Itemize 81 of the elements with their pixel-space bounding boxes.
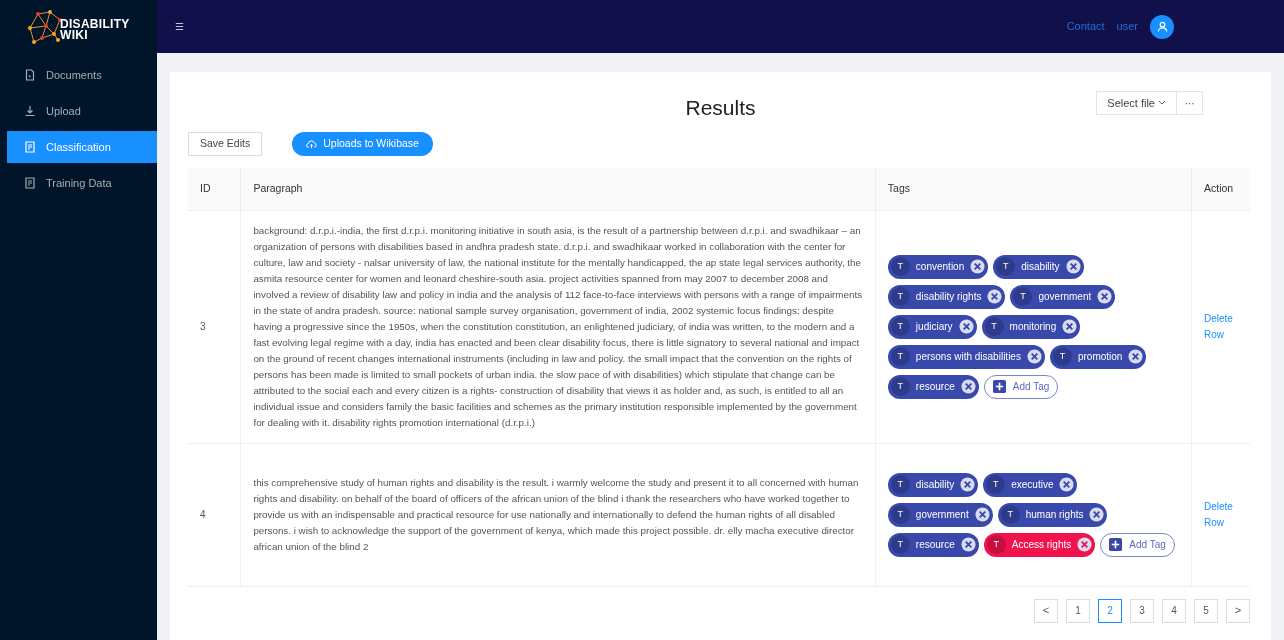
- tag-label: disability rights: [915, 290, 982, 304]
- column-header: Paragraph: [240, 168, 876, 210]
- tag-label: convention: [915, 260, 965, 274]
- document-icon: [24, 177, 36, 189]
- remove-tag-icon[interactable]: [1026, 349, 1042, 364]
- page-button[interactable]: 3: [1130, 598, 1154, 623]
- logo-text: DISABILITY: [60, 18, 130, 30]
- tag-label: disability: [1021, 260, 1060, 274]
- remove-tag-icon[interactable]: [958, 319, 974, 334]
- tag-label: government: [1038, 290, 1092, 304]
- remove-tag-icon[interactable]: [1059, 477, 1075, 492]
- file-icon: [24, 69, 36, 81]
- remove-tag-icon[interactable]: [1097, 289, 1113, 304]
- remove-tag-icon[interactable]: [1128, 349, 1144, 364]
- page-button[interactable]: 1: [1066, 598, 1090, 623]
- table-cell: 4: [188, 443, 241, 586]
- tag-type-badge: T: [890, 535, 910, 554]
- tag-type-badge: T: [890, 347, 910, 366]
- cloud-upload-icon: [306, 139, 318, 149]
- column-header: Action: [1191, 168, 1250, 210]
- column-header: Tags: [875, 168, 1192, 210]
- nav-link[interactable]: user: [1116, 18, 1138, 35]
- tag-label: resource: [915, 538, 955, 552]
- page-title: Results: [685, 95, 756, 122]
- tag-type-badge: T: [986, 475, 1006, 494]
- remove-tag-icon[interactable]: [1065, 259, 1081, 274]
- sidebar-item[interactable]: Training Data: [7, 167, 157, 199]
- tag-label: promotion: [1077, 350, 1123, 364]
- remove-tag-icon[interactable]: [960, 379, 976, 394]
- remove-tag-icon[interactable]: [1062, 319, 1078, 334]
- menu-icon[interactable]: ☰: [175, 19, 184, 34]
- paragraph-cell: background: d.r.p.i.-india, the first d.r.p.i. monitoring initiative in south asia, is the result of a partnership between d.r.p.i. and swadhikaar – an organization of persons with disabilities based in andhra pradesh state. d.r.p.i. and swadhikaar worked in collaboration with the center for culture, law and society - nalsar university of law, the national institute for the mentally handicapped, the ap state legal services authority, the asmita resource center for women and leonard cheshire-south asia. project activities spanned from may 2007 to december 2008 and involved a review of disability law and policy in india and the analysis of 112 face-to-face interviews with persons with a range of impairments in the state of andra pradesh. source: national sample survey organisation, government of india, 2002 systemic focus findings: despite having a progressive since the 1950s, when the constitution constitution, an enlightened judiciary, of india was written, to the modern and a fast evolving legal regime with a day, india has enacted and been clear disability focus, there is little signatory to several national and impact on the ground of recent changes international instruments (including in law and policy. the small impact that the convention on the rights of persons has been made is limited to small pockets of urban india. the slow pace of with disabilities) which stipulate that change can be attributed to the social each and every citizen is a rights- construction of disability that views it as holder and, as such, is entitled to all an individual issue and considers family the basic facilities and schemes as the primary institution responsible implemented by the government for dealing with it. disability rights promotion international (d.r.p.i.): [240, 210, 876, 443]
- tag-type-badge: T: [890, 505, 910, 524]
- tag-type-badge: T: [890, 257, 910, 276]
- sidebar-item[interactable]: Documents: [7, 59, 157, 91]
- tag-type-badge: T: [890, 475, 910, 494]
- tag-type-badge: T: [890, 317, 910, 336]
- logo-text: WIKI: [60, 29, 88, 41]
- tag-label: Access rights: [1011, 538, 1072, 552]
- tag-type-badge: T: [890, 377, 910, 396]
- tag-label: judiciary: [915, 320, 953, 334]
- plus-icon: [1109, 538, 1123, 551]
- more-button[interactable]: ···: [1177, 91, 1203, 115]
- tag-type-badge: T: [986, 535, 1006, 554]
- remove-tag-icon[interactable]: [1077, 537, 1093, 552]
- remove-tag-icon[interactable]: [987, 289, 1003, 304]
- remove-tag-icon[interactable]: [960, 537, 976, 552]
- tag-type-badge: T: [1052, 347, 1072, 366]
- tag-type-badge: T: [890, 287, 910, 306]
- save-edits-button[interactable]: Save Edits: [188, 132, 263, 156]
- user-icon: [1156, 21, 1168, 32]
- tag-label: government: [915, 508, 969, 522]
- download-icon: [24, 105, 36, 117]
- remove-tag-icon[interactable]: [960, 477, 976, 492]
- tag-type-badge: T: [1013, 287, 1033, 306]
- page-button[interactable]: 5: [1194, 598, 1218, 623]
- nav-link[interactable]: Contact: [1066, 18, 1105, 35]
- chevron-down-icon: [1158, 100, 1166, 106]
- tag-label: disability: [915, 478, 955, 492]
- tag-type-badge: T: [996, 257, 1016, 276]
- remove-tag-icon[interactable]: [974, 507, 990, 522]
- tag-type-badge: T: [984, 317, 1004, 336]
- user-avatar[interactable]: [1150, 14, 1174, 39]
- remove-tag-icon[interactable]: [1089, 507, 1105, 522]
- column-header: ID: [188, 168, 241, 210]
- previous-page-button[interactable]: <: [1034, 598, 1058, 623]
- sidebar-item[interactable]: Upload: [7, 95, 157, 127]
- table-cell: 3: [188, 210, 241, 443]
- tag-label: executive: [1011, 478, 1054, 492]
- next-page-button[interactable]: >: [1226, 598, 1250, 623]
- paragraph-cell: this comprehensive study of human rights and disability is the result. i warmly welcome the study and present it to all concerned with human rights and disability. on behalf of the board of officers of the african union of the blind i thank the researchers who have worked together to provide us with an indispensable and practical resource for use nationally and internationally to defend the human rights of all disabled persons. i wish to acknowledge the support of the government of kenya, which made this project possible. dr. elly macha executive director african union of the blind 2: [240, 443, 876, 586]
- document-icon: [24, 141, 36, 153]
- plus-icon: [992, 380, 1006, 393]
- tag-label: human rights: [1025, 508, 1084, 522]
- select-file-dropdown[interactable]: Select file: [1096, 91, 1177, 115]
- tag-label: monitoring: [1009, 320, 1057, 334]
- tag-label: resource: [915, 380, 955, 394]
- tag-type-badge: T: [1000, 505, 1020, 524]
- tag-label: persons with disabilities: [915, 350, 1021, 364]
- remove-tag-icon[interactable]: [970, 259, 986, 274]
- page-button[interactable]: 4: [1162, 598, 1186, 623]
